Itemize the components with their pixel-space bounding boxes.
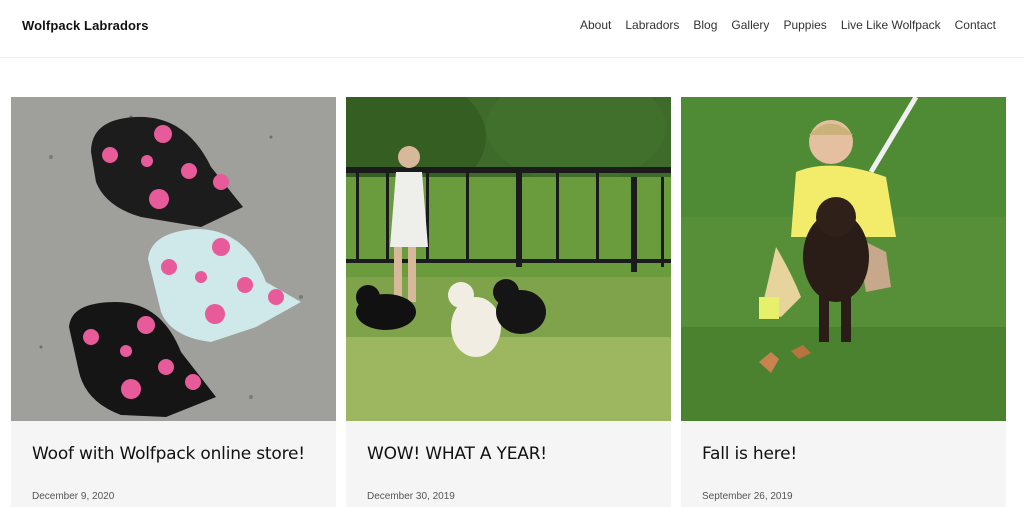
post-title[interactable]: Woof with Wolfpack online store! <box>32 444 305 464</box>
post-image-stickers[interactable] <box>11 97 336 421</box>
nav-item-gallery[interactable]: Gallery <box>731 18 769 32</box>
post-date: December 9, 2020 <box>32 491 115 502</box>
post-title[interactable]: WOW! WHAT A YEAR! <box>367 444 547 464</box>
post-date: December 30, 2019 <box>367 491 455 502</box>
header-divider <box>0 57 1024 58</box>
nav-item-contact[interactable]: Contact <box>955 18 996 32</box>
nav-item-blog[interactable]: Blog <box>693 18 717 32</box>
post-card-online-store[interactable]: Woof with Wolfpack online store! Decembe… <box>11 97 336 507</box>
post-card-wow-what-a-year[interactable]: WOW! WHAT A YEAR! December 30, 2019 <box>346 97 671 507</box>
post-title[interactable]: Fall is here! <box>702 444 797 464</box>
site-brand-link[interactable]: Wolfpack Labradors <box>22 18 149 33</box>
nav-item-live-like-wolfpack[interactable]: Live Like Wolfpack <box>841 18 941 32</box>
nav-item-about[interactable]: About <box>580 18 611 32</box>
post-date: September 26, 2019 <box>702 491 793 502</box>
site-header: Wolfpack Labradors About Labradors Blog … <box>0 0 1024 50</box>
post-image-labradors[interactable] <box>346 97 671 421</box>
main-nav: About Labradors Blog Gallery Puppies Liv… <box>580 18 996 32</box>
post-card-fall-is-here[interactable]: Fall is here! September 26, 2019 <box>681 97 1006 507</box>
nav-item-labradors[interactable]: Labradors <box>625 18 679 32</box>
nav-item-puppies[interactable]: Puppies <box>783 18 826 32</box>
post-image-chocolate-lab[interactable] <box>681 97 1006 421</box>
